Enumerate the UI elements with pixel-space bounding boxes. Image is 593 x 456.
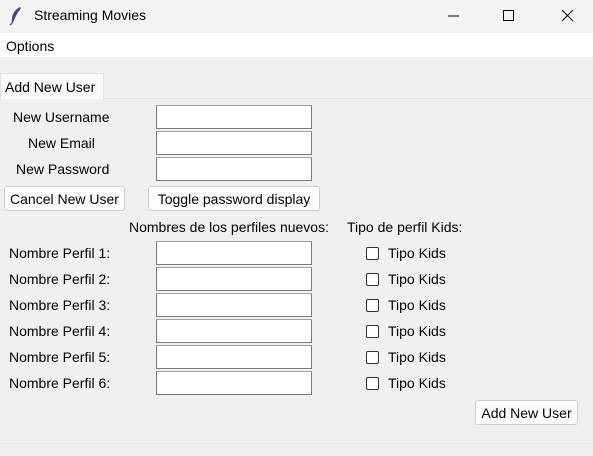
profile-4-kids-checkbox[interactable]: Tipo Kids — [366, 321, 446, 341]
checkbox-box[interactable] — [366, 324, 379, 338]
profile-5-input[interactable] — [156, 345, 312, 369]
profile-4-input[interactable] — [156, 319, 312, 343]
checkbox-label: Tipo Kids — [388, 375, 446, 391]
minimize-icon — [448, 10, 460, 22]
feather-icon — [8, 6, 24, 26]
checkbox-box[interactable] — [366, 350, 379, 364]
tab-divider — [104, 98, 593, 99]
checkbox-label: Tipo Kids — [388, 349, 446, 365]
bottom-divider — [0, 443, 593, 444]
checkbox-label: Tipo Kids — [388, 271, 446, 287]
profile-names-header: Nombres de los perfiles nuevos: — [129, 219, 329, 235]
username-label: New Username — [13, 109, 110, 125]
menu-bar: Options — [0, 33, 593, 57]
profile-5-label: Nombre Perfil 5: — [9, 349, 111, 365]
close-icon — [562, 9, 574, 22]
tab-add-new-user[interactable]: Add New User — [0, 73, 104, 99]
profile-5-kids-checkbox[interactable]: Tipo Kids — [366, 347, 446, 367]
profile-3-input[interactable] — [156, 293, 312, 317]
window-title: Streaming Movies — [34, 7, 147, 23]
email-input[interactable] — [156, 131, 312, 155]
checkbox-label: Tipo Kids — [388, 323, 446, 339]
maximize-button[interactable] — [486, 0, 532, 31]
profile-3-label: Nombre Perfil 3: — [9, 297, 111, 313]
profile-2-input[interactable] — [156, 267, 312, 291]
tab-label: Add New User — [5, 79, 96, 95]
password-label: New Password — [16, 161, 110, 177]
profile-6-label: Nombre Perfil 6: — [9, 375, 111, 391]
close-button[interactable] — [545, 0, 591, 31]
maximize-icon — [503, 9, 515, 22]
menu-options[interactable]: Options — [6, 38, 54, 54]
title-bar: Streaming Movies — [0, 0, 593, 33]
profile-6-input[interactable] — [156, 371, 312, 395]
profile-1-kids-checkbox[interactable]: Tipo Kids — [366, 243, 446, 263]
minimize-button[interactable] — [431, 0, 477, 31]
checkbox-label: Tipo Kids — [388, 245, 446, 261]
add-new-user-button[interactable]: Add New User — [475, 400, 578, 425]
checkbox-label: Tipo Kids — [388, 297, 446, 313]
profile-6-kids-checkbox[interactable]: Tipo Kids — [366, 373, 446, 393]
email-label: New Email — [28, 135, 95, 151]
profile-1-input[interactable] — [156, 241, 312, 265]
profile-2-label: Nombre Perfil 2: — [9, 271, 111, 287]
cancel-new-user-button[interactable]: Cancel New User — [4, 186, 125, 211]
profile-1-label: Nombre Perfil 1: — [9, 245, 111, 261]
profile-4-label: Nombre Perfil 4: — [9, 323, 111, 339]
profile-2-kids-checkbox[interactable]: Tipo Kids — [366, 269, 446, 289]
password-input[interactable] — [156, 157, 312, 181]
profile-3-kids-checkbox[interactable]: Tipo Kids — [366, 295, 446, 315]
checkbox-box[interactable] — [366, 272, 379, 286]
checkbox-box[interactable] — [366, 298, 379, 312]
checkbox-box[interactable] — [366, 376, 379, 390]
toggle-password-button[interactable]: Toggle password display — [148, 186, 320, 211]
checkbox-box[interactable] — [366, 246, 379, 260]
username-input[interactable] — [156, 105, 312, 129]
kids-type-header: Tipo de perfil Kids: — [347, 219, 463, 235]
